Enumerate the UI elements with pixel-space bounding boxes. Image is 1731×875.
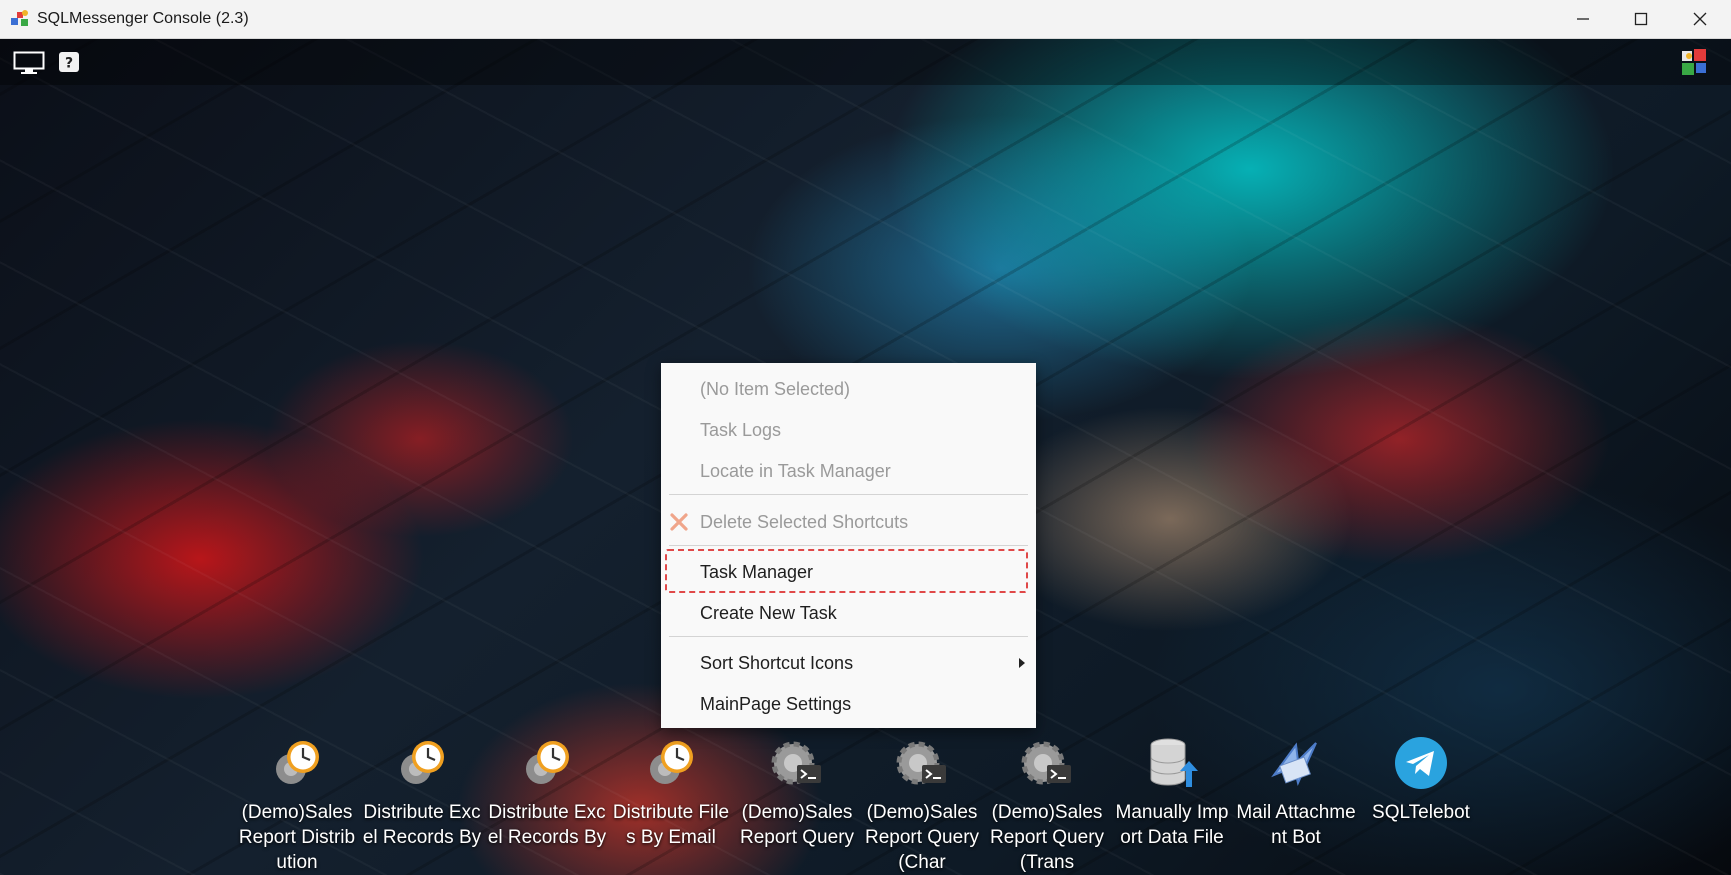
mail-bot-icon: [1271, 742, 1317, 787]
minimize-icon: [1577, 18, 1589, 20]
close-button[interactable]: [1671, 0, 1729, 38]
gear-console-icon: [771, 741, 821, 785]
menu-separator: [669, 545, 1028, 546]
app-icon: [11, 10, 28, 26]
shortcut-demo-sales-report-query[interactable]: (Demo)Sales Report Query: [737, 735, 857, 850]
shortcut-label: (Demo)Sales Report Query(Trans: [989, 802, 1105, 873]
menu-item-label: MainPage Settings: [700, 694, 852, 714]
shortcut-label: (Demo)Sales Report Query: [739, 802, 855, 848]
menu-item-label: Locate in Task Manager: [700, 461, 891, 481]
menu-item-label: Task Manager: [700, 562, 814, 582]
menu-item-task-logs[interactable]: Task Logs: [661, 410, 1036, 450]
shortcut-label: (Demo)Sales Report Query(Char: [864, 802, 980, 873]
scheduled-task-icon: [650, 741, 693, 784]
submenu-arrow-icon: [1019, 658, 1025, 668]
shortcut-manually-import-data-file[interactable]: Manually Import Data File: [1112, 735, 1232, 850]
shortcut-demo-sales-report-query-trans[interactable]: (Demo)Sales Report Query(Trans: [987, 735, 1107, 875]
shortcut-distribute-files-by-email[interactable]: Distribute Files By Email: [611, 735, 731, 850]
shortcut-distribute-excel-records-2[interactable]: Distribute Excel Records By: [487, 735, 607, 850]
maximize-button[interactable]: [1612, 0, 1670, 38]
menu-item-delete-selected-shortcuts[interactable]: Delete Selected Shortcuts: [661, 502, 1036, 542]
menu-item-mainpage-settings[interactable]: MainPage Settings: [661, 684, 1036, 724]
delete-x-icon: [670, 513, 688, 531]
context-menu: (No Item Selected) Task Logs Locate in T…: [661, 363, 1036, 728]
title-bar: SQLMessenger Console (2.3): [0, 0, 1731, 39]
scheduled-task-icon: [276, 741, 319, 784]
shortcut-label: Distribute Files By Email: [612, 802, 730, 848]
app-logo-icon[interactable]: [1680, 47, 1710, 77]
menu-item-sort-shortcut-icons[interactable]: Sort Shortcut Icons: [661, 643, 1036, 683]
close-icon: [1693, 12, 1707, 26]
shortcut-label: Manually Import Data File: [1115, 802, 1229, 848]
window-title: SQLMessenger Console (2.3): [37, 10, 249, 27]
menu-item-label: Sort Shortcut Icons: [700, 653, 854, 673]
minimize-button[interactable]: [1554, 0, 1612, 38]
shortcut-label: SQLTelebot: [1372, 802, 1470, 823]
menu-item-create-new-task[interactable]: Create New Task: [661, 593, 1036, 633]
menu-item-task-manager[interactable]: Task Manager: [661, 552, 1036, 592]
gear-console-icon: [896, 741, 946, 785]
scheduled-task-icon: [526, 741, 569, 784]
menu-item-no-item-selected: (No Item Selected): [661, 369, 1036, 409]
shortcut-demo-sales-report-query-chart[interactable]: (Demo)Sales Report Query(Char: [862, 735, 982, 875]
shortcut-label: Mail Attachment Bot: [1236, 802, 1356, 848]
help-icon[interactable]: ?: [59, 52, 79, 72]
shortcut-label: (Demo)Sales Report Distribution: [238, 802, 356, 873]
shortcut-label: Distribute Excel Records By: [362, 802, 482, 848]
shortcut-mail-attachment-bot[interactable]: Mail Attachment Bot: [1236, 735, 1356, 850]
gear-console-icon: [1021, 741, 1071, 785]
monitor-icon[interactable]: [13, 51, 45, 75]
top-toolbar: [0, 39, 1731, 85]
menu-item-locate-in-task-manager[interactable]: Locate in Task Manager: [661, 451, 1036, 491]
menu-item-label: Create New Task: [700, 603, 837, 623]
shortcut-sqltelebot[interactable]: SQLTelebot: [1361, 735, 1481, 825]
menu-item-label: Task Logs: [700, 420, 782, 440]
shortcut-demo-sales-report-distribution[interactable]: (Demo)Sales Report Distribution: [237, 735, 357, 875]
menu-item-label: (No Item Selected): [700, 379, 851, 399]
telegram-icon: [1395, 737, 1447, 789]
svg-text:?: ?: [65, 56, 73, 72]
shortcut-distribute-excel-records-1[interactable]: Distribute Excel Records By: [362, 735, 482, 850]
shortcut-label: Distribute Excel Records By: [487, 802, 607, 848]
scheduled-task-icon: [401, 741, 444, 784]
menu-item-label: Delete Selected Shortcuts: [700, 512, 909, 532]
menu-separator: [669, 636, 1028, 637]
maximize-icon: [1634, 12, 1648, 26]
database-import-icon: [1150, 738, 1198, 787]
menu-separator: [669, 494, 1028, 495]
